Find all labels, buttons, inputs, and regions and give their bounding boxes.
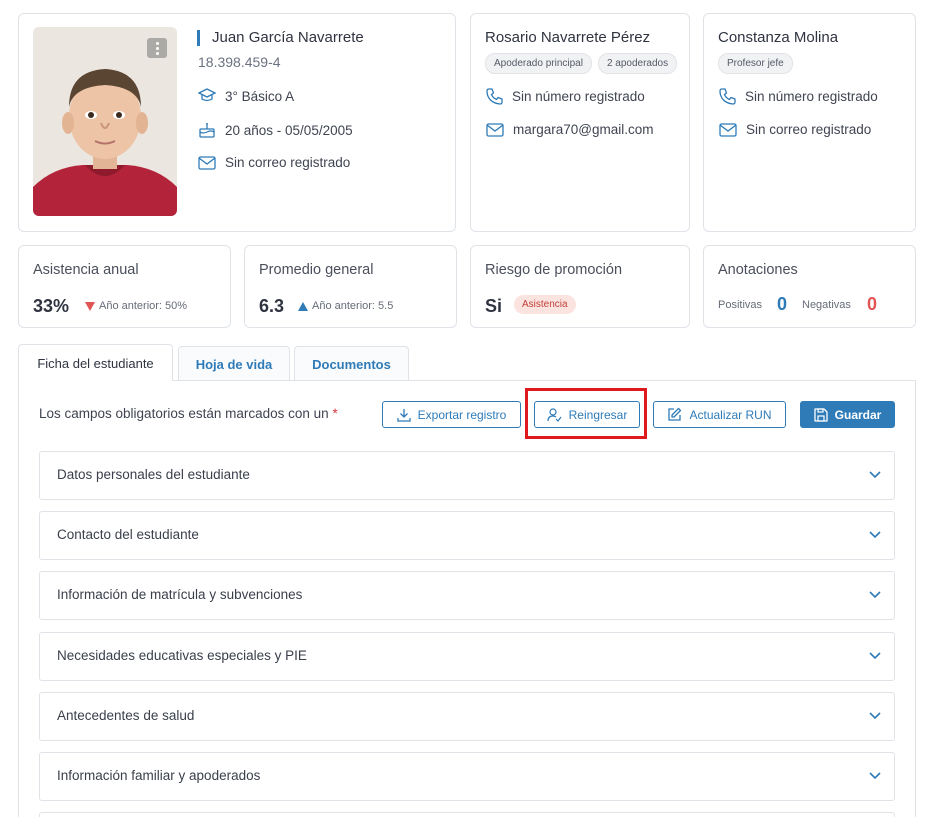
- guardian-chip-count[interactable]: 2 apoderados: [597, 53, 678, 74]
- required-mark: *: [332, 406, 338, 421]
- average-value: 6.3: [259, 296, 285, 316]
- section-special-needs[interactable]: Necesidades educativas especiales y PIE: [39, 632, 895, 681]
- guardian-email[interactable]: margara70@gmail.com: [513, 122, 654, 137]
- guardian-phone: Sin número registrado: [512, 89, 645, 104]
- tab-life-sheet[interactable]: Hoja de vida: [178, 346, 290, 381]
- update-run-label: Actualizar RUN: [689, 407, 772, 422]
- teacher-card: Constanza Molina Profesor jefe Sin númer…: [703, 13, 916, 232]
- update-run-button[interactable]: Actualizar RUN: [653, 401, 786, 428]
- teacher-chips: Profesor jefe: [718, 53, 793, 74]
- risk-value: Si: [485, 296, 503, 316]
- risk-title: Riesgo de promoción: [485, 262, 623, 278]
- positive-label: Positivas: [718, 299, 763, 311]
- mail-icon: [486, 122, 504, 137]
- teacher-phone-row: Sin número registrado: [719, 88, 878, 105]
- attendance-title: Asistencia anual: [33, 262, 139, 278]
- section-title: Información familiar y apoderados: [57, 768, 261, 783]
- guardian-chips: Apoderado principal 2 apoderados: [485, 53, 678, 74]
- risk-badge: Asistencia: [514, 295, 576, 314]
- student-email: Sin correo registrado: [225, 155, 351, 170]
- chevron-down-icon: [869, 531, 881, 539]
- required-note-text: Los campos obligatorios están marcados c…: [39, 406, 329, 421]
- student-photo: [33, 27, 177, 216]
- student-rut: 18.398.459-4: [198, 54, 281, 70]
- section-title: Necesidades educativas especiales y PIE: [57, 648, 307, 663]
- average-title: Promedio general: [259, 262, 374, 278]
- section-title: Información de matrícula y subvenciones: [57, 587, 303, 602]
- attendance-value: 33%: [33, 296, 70, 316]
- save-button[interactable]: Guardar: [800, 401, 895, 428]
- section-title: Datos personales del estudiante: [57, 467, 250, 482]
- save-icon: [814, 407, 828, 422]
- teacher-chip-role: Profesor jefe: [718, 53, 793, 74]
- notes-title: Anotaciones: [718, 262, 798, 278]
- export-record-button[interactable]: Exportar registro: [382, 401, 521, 428]
- cake-icon: [199, 123, 215, 138]
- teacher-email: Sin correo registrado: [746, 122, 872, 137]
- notes-stat-card: Anotaciones Positivas 0 Negativas 0: [703, 245, 916, 328]
- reenroll-highlight-box: [525, 388, 647, 439]
- section-next-partial[interactable]: [39, 812, 895, 817]
- student-age-birth: 20 años - 05/05/2005: [225, 122, 353, 138]
- student-age-row: 20 años - 05/05/2005: [198, 122, 353, 138]
- average-stat-card: Promedio general 6.3 Año anterior: 5.5: [244, 245, 457, 328]
- teacher-phone: Sin número registrado: [745, 89, 878, 104]
- guardian-card: Rosario Navarrete Pérez Apoderado princi…: [470, 13, 690, 232]
- student-course-row: 3° Básico A: [198, 88, 294, 104]
- graduation-cap-icon: [198, 88, 216, 102]
- mail-icon: [198, 155, 216, 170]
- teacher-name: Constanza Molina: [718, 29, 839, 46]
- tab-student-record[interactable]: Ficha del estudiante: [18, 344, 173, 381]
- guardian-email-row: margara70@gmail.com: [486, 122, 654, 137]
- guardian-chip-primary: Apoderado principal: [485, 53, 592, 74]
- chevron-down-icon: [869, 591, 881, 599]
- student-email-row: Sin correo registrado: [198, 155, 350, 170]
- guardian-phone-row: Sin número registrado: [486, 88, 645, 105]
- student-card: Juan García Navarrete 18.398.459-4 3° Bá…: [18, 13, 456, 232]
- section-title: Antecedentes de salud: [57, 708, 195, 723]
- risk-stat-card: Riesgo de promoción Si Asistencia: [470, 245, 690, 328]
- section-personal-data[interactable]: Datos personales del estudiante: [39, 451, 895, 500]
- chevron-down-icon: [869, 652, 881, 660]
- trend-down-icon: [85, 301, 95, 311]
- export-record-label: Exportar registro: [417, 407, 507, 422]
- section-enrollment-info[interactable]: Información de matrícula y subvenciones: [39, 571, 895, 620]
- guardian-name: Rosario Navarrete Pérez: [485, 29, 651, 46]
- section-family-guardians[interactable]: Información familiar y apoderados: [39, 752, 895, 801]
- positive-value[interactable]: 0: [777, 294, 787, 315]
- average-note: Año anterior: 5.5: [312, 300, 394, 312]
- required-fields-note: Los campos obligatorios están marcados c…: [39, 406, 338, 421]
- negative-label: Negativas: [802, 299, 851, 311]
- edit-icon: [668, 407, 682, 421]
- download-icon: [396, 408, 411, 422]
- attendance-note-row: Año anterior: 50%: [85, 300, 187, 312]
- phone-icon: [719, 88, 736, 105]
- chevron-down-icon: [869, 712, 881, 720]
- save-label: Guardar: [834, 407, 882, 422]
- teacher-email-row: Sin correo registrado: [719, 122, 871, 137]
- trend-up-icon: [298, 301, 308, 311]
- chevron-down-icon: [869, 471, 881, 479]
- student-name: Juan García Navarrete: [197, 30, 364, 46]
- negative-value[interactable]: 0: [867, 294, 877, 315]
- attendance-stat-card: Asistencia anual 33% Año anterior: 50%: [18, 245, 231, 328]
- tab-documents[interactable]: Documentos: [294, 346, 409, 381]
- section-title: Contacto del estudiante: [57, 527, 199, 542]
- mail-icon: [719, 122, 737, 137]
- student-course: 3° Básico A: [225, 88, 295, 104]
- attendance-note: Año anterior: 50%: [99, 300, 188, 312]
- photo-menu-button[interactable]: [147, 38, 167, 58]
- section-health-history[interactable]: Antecedentes de salud: [39, 692, 895, 741]
- average-note-row: Año anterior: 5.5: [298, 300, 393, 312]
- chevron-down-icon: [869, 772, 881, 780]
- phone-icon: [486, 88, 503, 105]
- section-student-contact[interactable]: Contacto del estudiante: [39, 511, 895, 560]
